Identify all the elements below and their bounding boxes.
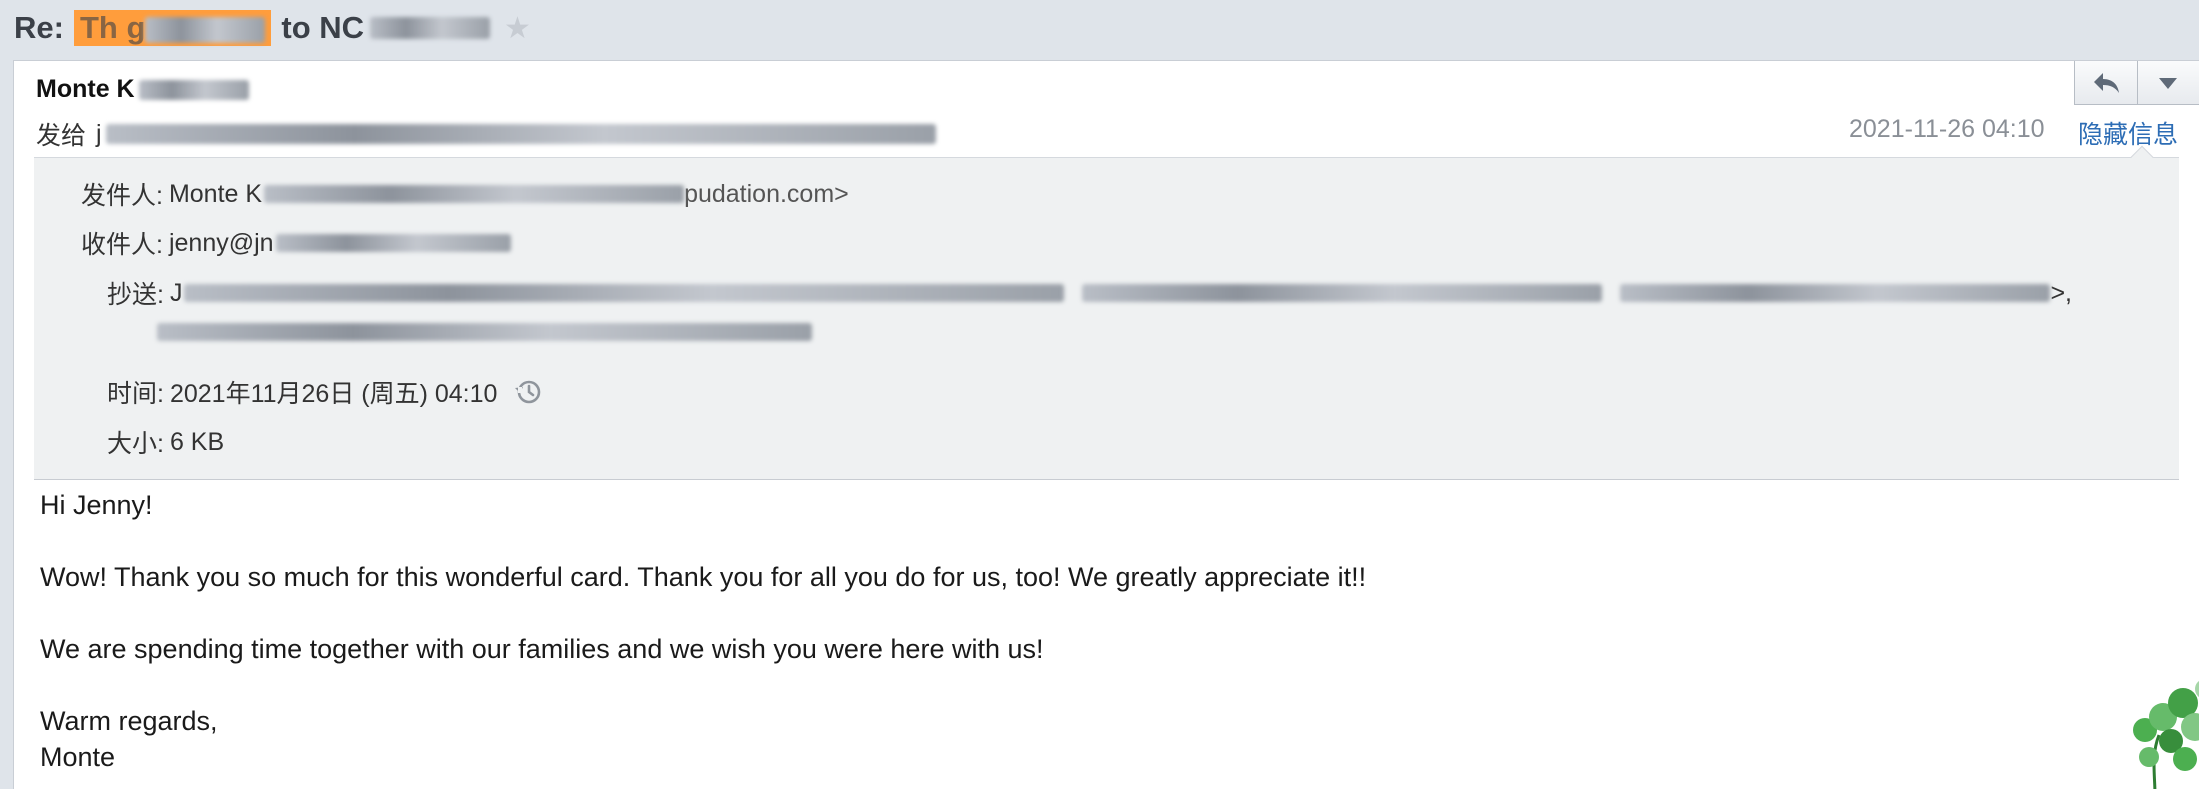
email-reader-panel: Monte K 发给 j 2021-11-26 04:10 隐藏信息 发件人: … xyxy=(13,60,2199,789)
send-to-label: 发给 xyxy=(36,122,87,150)
email-subject: Re: Th g to NC ★ xyxy=(14,6,531,50)
redacted-text xyxy=(275,234,511,252)
history-clock-icon[interactable] xyxy=(513,377,543,407)
redacted-text xyxy=(157,323,812,341)
to-label: 收件人: xyxy=(81,231,163,259)
redacted-text xyxy=(264,185,685,203)
time-label: 时间: xyxy=(107,380,164,408)
body-line: We are spending time together with our f… xyxy=(40,634,1044,664)
from-label: 发件人: xyxy=(81,182,163,210)
from-value[interactable]: Monte K xyxy=(169,180,262,209)
cc-row: 抄送: J >, xyxy=(107,275,2072,311)
from-value-tail: pudation.com> xyxy=(684,179,849,208)
message-datetime: 2021-11-26 04:10 xyxy=(1849,115,2045,143)
message-body: Hi Jenny! Wow! Thank you so much for thi… xyxy=(40,487,1366,775)
body-closing: Warm regards, xyxy=(40,706,218,736)
hide-info-link[interactable]: 隐藏信息 xyxy=(2078,115,2178,151)
cc-value-tail: >, xyxy=(2050,278,2072,307)
cc-label: 抄送: xyxy=(107,281,164,309)
subject-bar: Re: Th g to NC ★ xyxy=(0,0,2199,60)
message-details-panel: 发件人: Monte K pudation.com> 收件人: jenny@jn… xyxy=(34,145,2179,480)
more-actions-button[interactable] xyxy=(2136,61,2199,104)
to-value[interactable]: jenny@jn xyxy=(169,229,274,258)
time-value: 2021年11月26日 (周五) 04:10 xyxy=(169,380,498,408)
redacted-text xyxy=(138,79,249,100)
redacted-text xyxy=(145,16,266,43)
send-to-value: j xyxy=(96,119,102,148)
from-row: 发件人: Monte K pudation.com> xyxy=(81,176,849,212)
message-actions xyxy=(2074,61,2199,105)
size-row: 大小: 6 KB xyxy=(107,424,224,460)
body-signature: Monte xyxy=(40,742,116,772)
to-row: 收件人: jenny@jn xyxy=(81,225,511,261)
redacted-text xyxy=(105,124,936,144)
dropdown-arrow-icon xyxy=(2159,77,2178,89)
cc-row-continued xyxy=(157,323,812,341)
redacted-text xyxy=(1082,284,1603,302)
body-greeting: Hi Jenny! xyxy=(40,490,153,520)
redacted-text xyxy=(184,284,1065,302)
sender-name[interactable]: Monte K xyxy=(36,75,249,104)
subject-rest: to NC xyxy=(281,10,365,45)
cc-value[interactable]: J xyxy=(170,279,183,308)
body-line: Wow! Thank you so much for this wonderfu… xyxy=(40,562,1367,592)
redacted-text xyxy=(370,17,491,39)
star-icon[interactable]: ★ xyxy=(504,11,531,46)
subject-prefix: Re: xyxy=(14,10,64,45)
reply-icon xyxy=(2093,72,2119,93)
size-value: 6 KB xyxy=(169,427,225,456)
send-to-line: 发给 j xyxy=(36,116,936,152)
time-row: 时间: 2021年11月26日 (周五) 04:10 xyxy=(107,374,543,410)
subject-highlight: Th g xyxy=(73,10,272,46)
redacted-text xyxy=(1620,284,2051,302)
size-label: 大小: xyxy=(107,430,164,458)
reply-button[interactable] xyxy=(2075,61,2137,104)
plant-decoration-icon xyxy=(2133,681,2199,789)
